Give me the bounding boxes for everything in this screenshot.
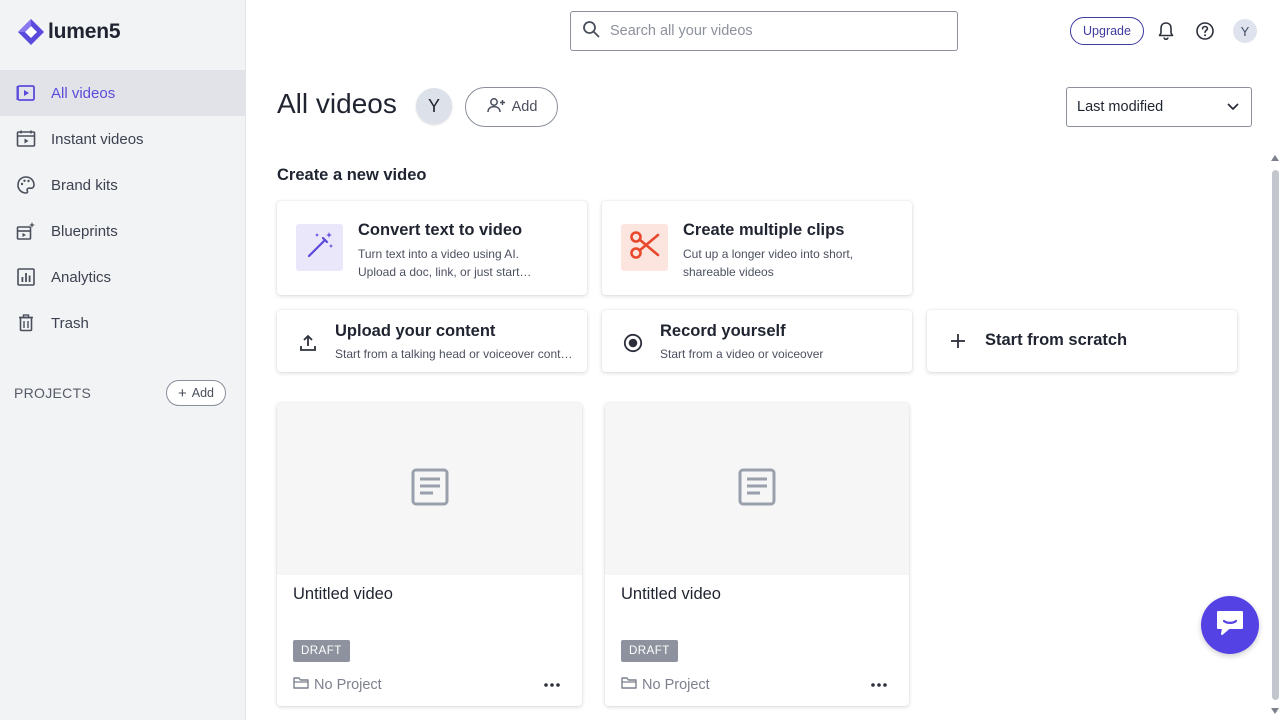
video-card[interactable]: Untitled video DRAFT No Project [277,403,582,706]
sparkle-film-icon [15,220,37,242]
chevron-down-icon [1227,99,1239,115]
sidebar-item-label: Analytics [51,268,112,286]
add-project-button[interactable]: + Add [165,380,226,406]
search-icon [582,20,600,43]
sidebar-item-analytics[interactable]: Analytics [0,254,246,300]
card-title: Create multiple clips [683,221,845,239]
plus-icon: + [177,384,187,402]
record-icon [622,332,644,354]
video-project-label: No Project [642,676,710,693]
magic-wand-icon [304,229,336,266]
scroll-up-arrow-icon[interactable] [1271,155,1279,161]
create-clips-card[interactable]: Create multiple clips Cut up a longer vi… [602,201,912,295]
card-title: Convert text to video [358,221,523,239]
tile [621,224,668,271]
chat-icon [1215,609,1245,642]
upload-icon [297,332,319,354]
logo-text: lumen5 [48,20,121,43]
tile [296,224,343,271]
upload-content-card[interactable]: Upload your content Start from a talking… [277,310,587,372]
scissors-icon [628,228,662,267]
plus-icon [947,330,969,352]
video-thumbnail [605,403,909,575]
sidebar-item-label: Instant videos [51,130,144,148]
card-title: Upload your content [335,322,496,340]
sidebar-nav: All videos Instant videos Brand kits Blu… [0,70,246,346]
card-description: Start from a talking head or voiceover c… [335,347,575,361]
add-person-icon [486,97,506,117]
video-card[interactable]: Untitled video DRAFT No Project [605,403,909,706]
status-badge: DRAFT [293,640,350,662]
projects-label: PROJECTS [14,385,92,401]
sidebar-item-trash[interactable]: Trash [0,300,246,346]
video-title[interactable]: Untitled video [621,585,721,604]
add-member-label: Add [511,99,538,115]
sidebar-item-label: All videos [51,84,116,102]
sidebar-item-instant-videos[interactable]: Instant videos [0,116,246,162]
calendar-film-icon [15,128,37,150]
lumen5-logo[interactable]: lumen5 [16,16,121,48]
convert-text-card[interactable]: Convert text to video Turn text into a v… [277,201,587,295]
folder-icon [621,676,637,693]
card-title: Start from scratch [985,331,1128,349]
add-member-button[interactable]: Add [465,87,558,127]
video-thumbnail [277,403,582,575]
card-title: Record yourself [660,322,786,340]
video-project[interactable]: No Project [293,676,382,693]
video-project[interactable]: No Project [621,676,710,693]
sidebar-item-brand-kits[interactable]: Brand kits [0,162,246,208]
sidebar-item-label: Blueprints [51,222,118,240]
scroll-down-arrow-icon[interactable] [1271,708,1279,714]
member-avatar[interactable]: Y [416,88,452,124]
sidebar-item-blueprints[interactable]: Blueprints [0,208,246,254]
start-from-scratch-card[interactable]: Start from scratch [927,310,1237,372]
document-icon [411,468,449,511]
status-badge: DRAFT [621,640,678,662]
sidebar-item-label: Trash [51,314,89,332]
video-title[interactable]: Untitled video [293,585,393,604]
play-square-icon [15,82,37,104]
video-project-label: No Project [314,676,382,693]
projects-header: PROJECTS + Add [14,380,226,406]
search-placeholder: Search all your videos [610,23,753,39]
scrollbar-thumb[interactable] [1272,170,1279,700]
lumen5-logo-icon [18,19,44,45]
section-title: Create a new video [277,166,427,184]
user-avatar[interactable]: Y [1233,19,1257,43]
search-input[interactable]: Search all your videos [570,11,958,51]
sidebar-item-all-videos[interactable]: All videos [0,70,246,116]
folder-icon [293,676,309,693]
sidebar-item-label: Brand kits [51,176,118,194]
bell-icon[interactable] [1155,20,1177,42]
record-yourself-card[interactable]: Record yourself Start from a video or vo… [602,310,912,372]
card-description: Cut up a longer video into short, sharea… [683,247,854,279]
card-description: Turn text into a video using AI. Upload … [358,247,532,279]
card-description: Start from a video or voiceover [660,347,824,361]
chat-launcher-button[interactable] [1201,596,1259,654]
page-title: All videos [277,88,397,119]
more-options-icon[interactable] [542,678,562,692]
add-project-label: Add [191,386,214,400]
palette-icon [15,174,37,196]
upgrade-button[interactable]: Upgrade [1070,17,1144,45]
sort-value: Last modified [1077,99,1164,115]
help-icon[interactable] [1194,20,1216,42]
bar-chart-icon [15,266,37,288]
trash-icon [15,312,37,334]
sort-select[interactable]: Last modified [1066,87,1252,127]
document-icon [738,468,776,511]
more-options-icon[interactable] [869,678,889,692]
sidebar: lumen5 All videos Instant videos Brand k… [0,0,246,720]
scrollbar[interactable] [1270,152,1280,718]
